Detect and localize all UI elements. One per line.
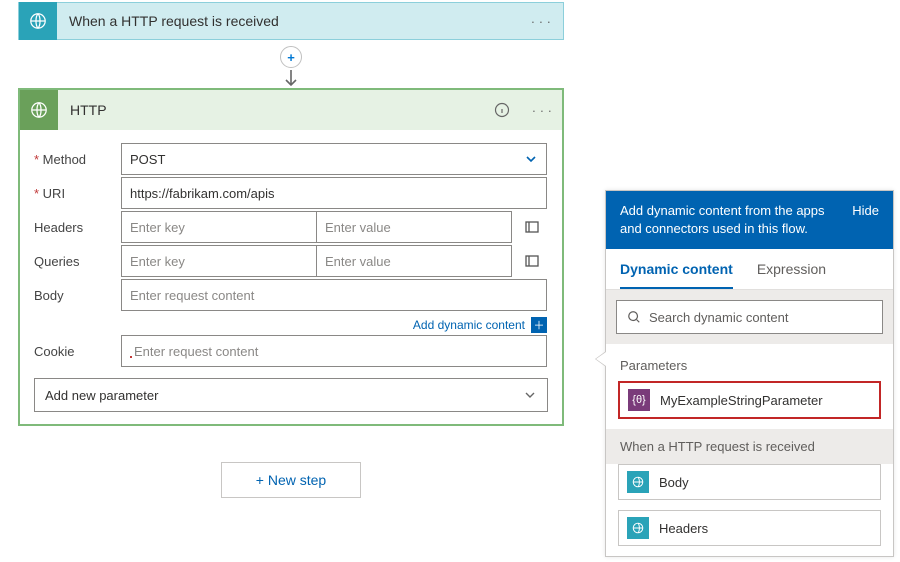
globe-icon bbox=[627, 517, 649, 539]
add-new-parameter-select[interactable]: Add new parameter bbox=[34, 378, 548, 412]
info-icon[interactable] bbox=[494, 102, 520, 118]
cookie-input[interactable]: Enter request content bbox=[121, 335, 547, 367]
label-queries: Queries bbox=[34, 244, 120, 278]
label-body: Body bbox=[34, 278, 120, 312]
headers-key-input[interactable]: Enter key bbox=[121, 211, 317, 243]
search-icon bbox=[627, 310, 641, 324]
label-cookie: Cookie bbox=[34, 334, 120, 368]
dynamic-content-panel: Add dynamic content from the apps and co… bbox=[605, 190, 894, 557]
chevron-down-icon bbox=[524, 152, 538, 166]
add-step-between-button[interactable]: + bbox=[280, 46, 302, 68]
globe-icon bbox=[19, 2, 57, 40]
arrow-down-icon bbox=[284, 70, 298, 88]
tab-expression[interactable]: Expression bbox=[757, 249, 826, 289]
label-method: Method bbox=[34, 142, 120, 176]
headers-value-input[interactable]: Enter value bbox=[316, 211, 512, 243]
more-icon[interactable]: · · · bbox=[532, 103, 562, 118]
more-icon[interactable]: · · · bbox=[531, 14, 563, 29]
parameter-icon: {θ} bbox=[628, 389, 650, 411]
method-select[interactable]: POST bbox=[121, 143, 547, 175]
flyout-pointer bbox=[595, 351, 606, 367]
section-trigger: When a HTTP request is received bbox=[606, 429, 893, 464]
http-action-card: HTTP · · · Method POST bbox=[18, 88, 564, 426]
uri-input[interactable]: https://fabrikam.com/apis bbox=[121, 177, 547, 209]
globe-icon bbox=[627, 471, 649, 493]
token-headers[interactable]: Headers bbox=[618, 510, 881, 546]
add-dynamic-content-link[interactable]: Add dynamic content bbox=[413, 318, 525, 332]
new-step-button[interactable]: + New step bbox=[221, 462, 361, 498]
globe-icon bbox=[20, 90, 58, 130]
dynamic-content-banner: Add dynamic content from the apps and co… bbox=[620, 202, 830, 238]
label-uri: URI bbox=[34, 176, 120, 210]
section-parameters: Parameters bbox=[606, 344, 893, 381]
tab-dynamic-content[interactable]: Dynamic content bbox=[620, 249, 733, 289]
trigger-card[interactable]: When a HTTP request is received · · · bbox=[18, 2, 564, 40]
trigger-title: When a HTTP request is received bbox=[69, 13, 519, 29]
action-title: HTTP bbox=[70, 102, 482, 118]
label-headers: Headers bbox=[34, 210, 120, 244]
body-input[interactable]: Enter request content bbox=[121, 279, 547, 311]
fx-icon[interactable]: ＋ bbox=[531, 317, 547, 333]
dynamic-content-search[interactable]: Search dynamic content bbox=[616, 300, 883, 334]
method-value: POST bbox=[130, 152, 165, 167]
queries-key-input[interactable]: Enter key bbox=[121, 245, 317, 277]
token-parameter-myexamplestringparameter[interactable]: {θ} MyExampleStringParameter bbox=[618, 381, 881, 419]
switch-mode-icon[interactable] bbox=[524, 219, 540, 235]
switch-mode-icon[interactable] bbox=[524, 253, 540, 269]
chevron-down-icon bbox=[523, 388, 537, 402]
queries-value-input[interactable]: Enter value bbox=[316, 245, 512, 277]
action-header[interactable]: HTTP · · · bbox=[20, 90, 562, 130]
hide-button[interactable]: Hide bbox=[852, 202, 879, 220]
connector: + bbox=[18, 40, 564, 88]
token-body[interactable]: Body bbox=[618, 464, 881, 500]
